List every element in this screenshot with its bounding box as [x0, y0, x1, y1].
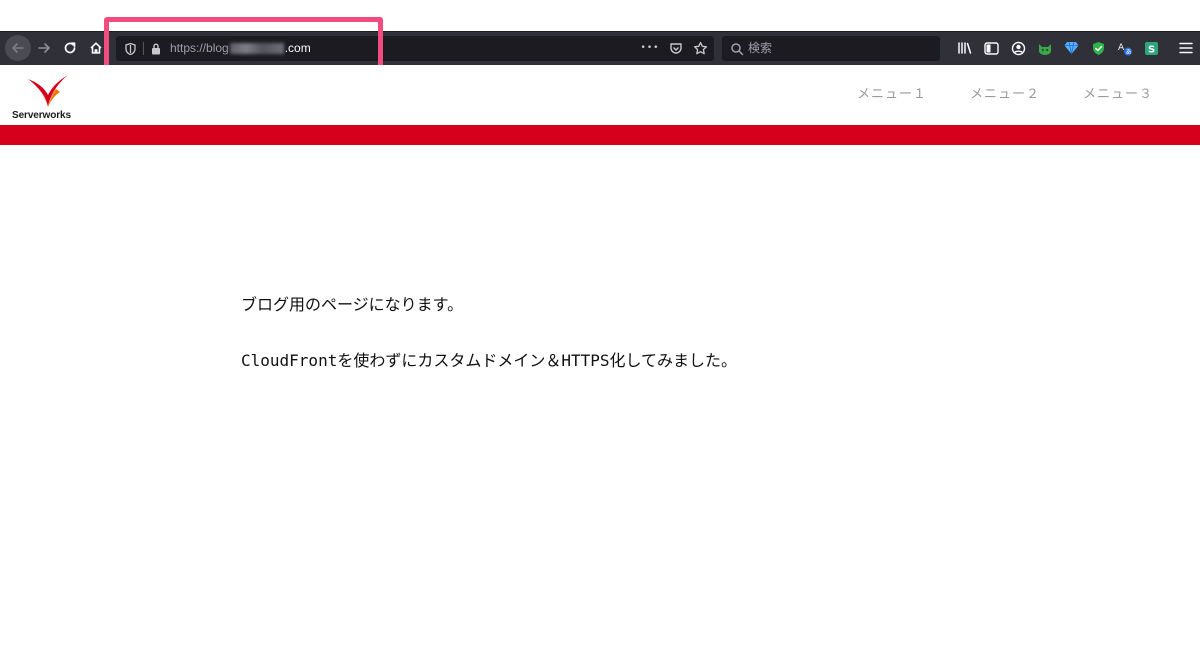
menu-icon[interactable] [1176, 38, 1196, 58]
content-line-2: CloudFrontを使わずにカスタムドメイン＆HTTPS化してみました。 [241, 351, 738, 370]
url-text[interactable]: https://blog .com [170, 41, 311, 56]
arrow-right-icon [38, 43, 50, 53]
address-bar[interactable]: https://blog .com ••• [116, 36, 714, 61]
search-icon [730, 41, 744, 60]
svg-text:あ: あ [1126, 49, 1132, 56]
url-prefix: https://blog [170, 41, 229, 55]
svg-text:S: S [1148, 44, 1155, 55]
main-content: ブログ用のページになります。 CloudFrontを使わずにカスタムドメイン＆H… [241, 294, 737, 372]
extension-translate-icon[interactable]: Aあ [1115, 38, 1135, 58]
extension-shield-check-icon[interactable] [1088, 38, 1108, 58]
search-bar[interactable]: 検索 [722, 36, 940, 61]
site-nav: メニュー１ メニュー２ メニュー３ [857, 86, 1153, 104]
reload-icon [64, 42, 76, 54]
nav-item-menu-3[interactable]: メニュー３ [1083, 86, 1153, 104]
more-actions-icon[interactable]: ••• [640, 40, 660, 56]
nav-item-menu-2[interactable]: メニュー２ [970, 86, 1040, 104]
extension-s-icon[interactable]: S [1141, 38, 1161, 58]
tracking-shield-icon[interactable] [124, 41, 137, 60]
bookmark-star-icon[interactable] [692, 40, 708, 56]
content-line-1: ブログ用のページになります。 [241, 295, 464, 314]
sidebar-icon[interactable] [981, 38, 1001, 58]
home-button[interactable] [84, 36, 108, 60]
url-actions: ••• [640, 40, 708, 56]
lock-icon[interactable] [150, 41, 162, 60]
search-placeholder: 検索 [748, 41, 773, 55]
pocket-icon[interactable] [668, 40, 684, 56]
nav-item-menu-1[interactable]: メニュー１ [857, 86, 927, 104]
forward-button[interactable] [32, 36, 56, 60]
back-button[interactable] [5, 35, 31, 61]
serverworks-logo-mark-icon [28, 75, 68, 107]
site-header: Serverworks メニュー１ メニュー２ メニュー３ [0, 65, 1200, 125]
svg-text:A: A [1118, 43, 1125, 53]
library-icon[interactable] [955, 38, 975, 58]
browser-toolbar: https://blog .com ••• 検索 A あ S [0, 31, 1200, 65]
account-icon[interactable] [1008, 38, 1028, 58]
url-divider [143, 42, 144, 55]
url-redacted-blur [229, 43, 284, 54]
extension-cat-icon[interactable] [1035, 38, 1055, 58]
url-tld: .com [284, 41, 311, 55]
extension-diamond-icon[interactable] [1061, 38, 1081, 58]
header-accent-bar [0, 125, 1200, 145]
home-icon [90, 42, 102, 54]
site-logo[interactable]: Serverworks [12, 73, 88, 121]
logo-text: Serverworks [12, 110, 71, 121]
arrow-left-icon [12, 43, 24, 53]
reload-button[interactable] [58, 36, 82, 60]
